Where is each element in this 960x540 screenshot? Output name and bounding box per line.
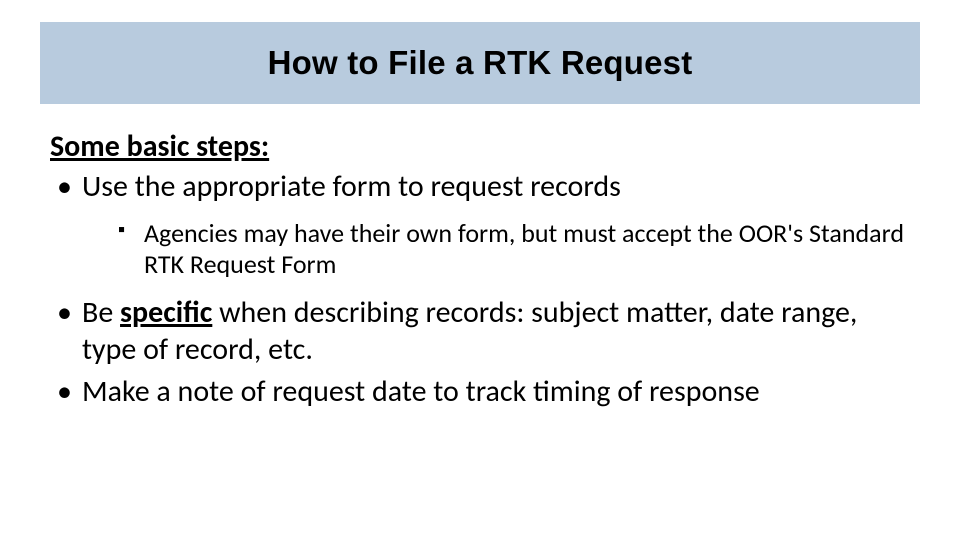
slide: How to File a RTK Request Some basic ste… [0,0,960,540]
bullet-item-2: Be specific when describing records: sub… [50,295,912,368]
sub-bullet-list: Agencies may have their own form, but mu… [82,218,912,281]
bullet-text: Use the appropriate form to request reco… [82,168,621,205]
bullet-item-3: Make a note of request date to track tim… [50,374,912,411]
title-bar: How to File a RTK Request [40,22,920,104]
content-area: Some basic steps: Use the appropriate fo… [50,128,912,417]
bullet-text: Make a note of request date to track tim… [82,373,760,410]
slide-title: How to File a RTK Request [268,44,693,82]
bullet-list: Use the appropriate form to request reco… [50,169,912,411]
intro-heading: Some basic steps: [50,128,912,165]
sub-bullet-item: Agencies may have their own form, but mu… [82,218,912,281]
emphasized-word: specific [120,294,212,331]
sub-bullet-text: Agencies may have their own form, but mu… [144,217,904,281]
bullet-text-pre: Be [82,294,120,331]
bullet-item-1: Use the appropriate form to request reco… [50,169,912,281]
